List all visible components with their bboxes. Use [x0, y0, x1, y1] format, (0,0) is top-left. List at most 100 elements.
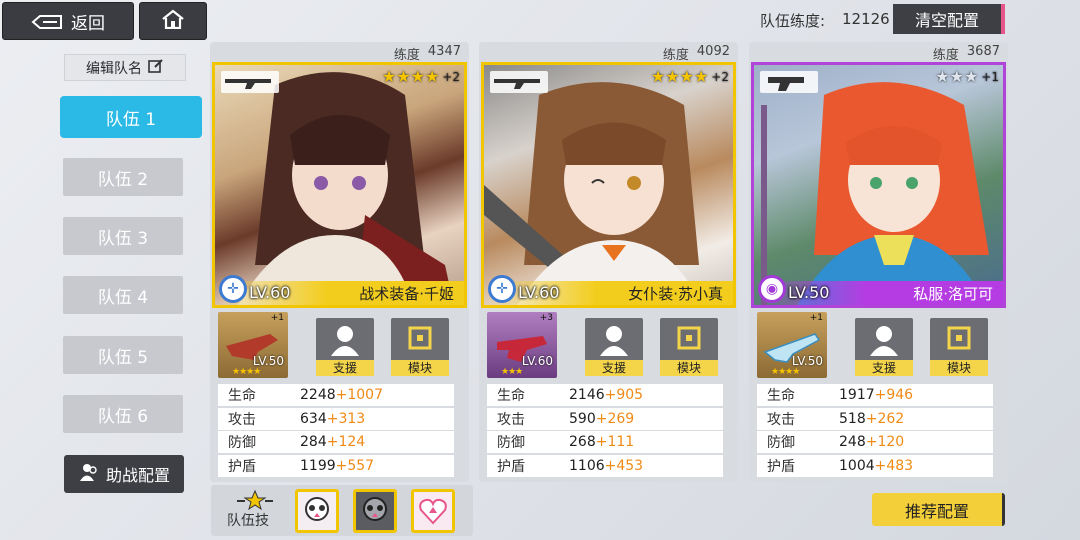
- module-icon: [947, 326, 971, 350]
- stat-key: 生命: [767, 388, 795, 404]
- character-card-1: 练度 4347 ★★★★ +2 战术装备·千姬 ✛ LV.60 +1 LV.50: [210, 42, 469, 482]
- character-level: LV.50: [788, 283, 830, 302]
- team-tab-6[interactable]: 队伍 6: [63, 395, 183, 433]
- support-config-button[interactable]: 助战配置: [64, 455, 184, 493]
- star-icons: ★★★★: [381, 67, 440, 86]
- back-button[interactable]: 返回: [2, 2, 134, 40]
- card-proficiency: 练度 4347: [394, 44, 461, 63]
- character-name: 私服·洛可可: [913, 284, 993, 303]
- character-card-3: 练度 3687 ★★★ +1 私服·洛可可 ◉ LV.50 +1 LV.50 ★…: [749, 42, 1008, 482]
- team-skill-label: 队伍技: [227, 513, 269, 529]
- module-label: 模块: [930, 360, 988, 376]
- star-plus: +2: [711, 69, 729, 84]
- team-skill-panel: 队伍技: [211, 485, 473, 536]
- proficiency-value: 4092: [696, 44, 730, 59]
- rename-team-button[interactable]: 编辑队名: [64, 54, 186, 81]
- team-tab-2[interactable]: 队伍 2: [63, 158, 183, 196]
- stat-row: 防御 284 +124: [218, 431, 454, 453]
- stats-table: 生命 2146 +905 攻击 590 +269 防御 268 +111 护盾 1106 +45…: [487, 384, 723, 478]
- module-slot[interactable]: 模块: [391, 318, 449, 376]
- stat-bonus: +557: [335, 457, 375, 474]
- support-slot[interactable]: 支援: [316, 318, 374, 376]
- character-level: LV.60: [518, 283, 560, 302]
- stat-bonus: +1007: [335, 387, 383, 403]
- skill-slot-1[interactable]: [295, 489, 339, 533]
- support-slot[interactable]: 支援: [585, 318, 643, 376]
- module-slot[interactable]: 模块: [930, 318, 988, 376]
- skill-slot-3[interactable]: [411, 489, 455, 533]
- stat-value: 2248: [300, 387, 336, 403]
- class-badge-icon: ✛: [488, 275, 516, 303]
- home-icon: [161, 9, 185, 34]
- character-art: [484, 82, 702, 305]
- team-level-value: 12126: [842, 10, 890, 28]
- stat-bonus: +120: [865, 434, 905, 450]
- stat-value: 268: [569, 434, 596, 450]
- stat-row: 护盾 1199 +557: [218, 454, 454, 477]
- support-label: 支援: [316, 360, 374, 376]
- stat-bonus: +453: [604, 457, 644, 474]
- weapon-slot[interactable]: +3 LV.60 ★★★: [487, 312, 557, 378]
- character-portrait[interactable]: ★★★ +1 私服·洛可可 ◉ LV.50: [751, 62, 1006, 308]
- stat-value: 248: [839, 434, 866, 450]
- card-stars: ★★★ +1: [935, 67, 999, 86]
- stat-row: 生命 2146 +905: [487, 384, 723, 406]
- skull-skill-icon: [363, 497, 387, 521]
- character-portrait[interactable]: ★★★★ +2 战术装备·千姬 ✛ LV.60: [212, 62, 467, 308]
- stat-key: 防御: [228, 435, 256, 451]
- stat-key: 生命: [228, 388, 256, 404]
- stat-key: 护盾: [228, 458, 256, 475]
- class-badge-icon: ◉: [758, 275, 786, 303]
- support-label: 支援: [855, 360, 913, 376]
- stat-value: 1106: [569, 457, 605, 474]
- stat-row: 攻击 590 +269: [487, 407, 723, 430]
- module-label: 模块: [660, 360, 718, 376]
- module-slot[interactable]: 模块: [660, 318, 718, 376]
- stat-bonus: +946: [874, 387, 914, 403]
- star-plus: +1: [981, 69, 999, 84]
- weapon-plus: +1: [809, 313, 823, 323]
- weapon-stars: ★★★★: [232, 367, 261, 377]
- weapon-plus: +1: [270, 313, 284, 323]
- stat-row: 生命 2248 +1007: [218, 384, 454, 406]
- stat-key: 防御: [497, 435, 525, 451]
- support-slot[interactable]: 支援: [855, 318, 913, 376]
- team-level-label: 队伍练度:: [760, 12, 826, 30]
- stat-row: 防御 268 +111: [487, 431, 723, 453]
- stat-key: 护盾: [767, 458, 795, 475]
- character-portrait[interactable]: ★★★★ +2 女仆装·苏小真 ✛ LV.60: [481, 62, 736, 308]
- stat-bonus: +111: [595, 434, 635, 450]
- stat-value: 2146: [569, 387, 605, 403]
- team-tab-5[interactable]: 队伍 5: [63, 336, 183, 374]
- stat-bonus: +313: [326, 410, 366, 427]
- character-name: 女仆装·苏小真: [628, 284, 723, 303]
- team-tab-3[interactable]: 队伍 3: [63, 217, 183, 255]
- team-tab-4[interactable]: 队伍 4: [63, 276, 183, 314]
- card-stars: ★★★★ +2: [651, 67, 729, 86]
- weapon-type-icon: [760, 71, 818, 93]
- weapon-level: LV.50: [252, 354, 284, 368]
- recommend-config-button[interactable]: 推荐配置: [872, 493, 1005, 526]
- support-person-icon: [870, 326, 898, 356]
- character-level: LV.60: [249, 283, 291, 302]
- weapon-slot[interactable]: +1 LV.50 ★★★★: [757, 312, 827, 378]
- weapon-slot[interactable]: +1 LV.50 ★★★★: [218, 312, 288, 378]
- stat-value: 1199: [300, 457, 336, 474]
- support-person-icon: [331, 326, 359, 356]
- proficiency-label: 练度: [662, 48, 689, 63]
- module-label: 模块: [391, 360, 449, 376]
- stat-key: 攻击: [497, 411, 525, 428]
- team-tab-1[interactable]: 队伍 1: [62, 98, 200, 136]
- stat-key: 攻击: [228, 411, 256, 428]
- character-name: 战术装备·千姬: [359, 284, 454, 303]
- character-art: [761, 82, 989, 305]
- skill-slot-2[interactable]: [353, 489, 397, 533]
- weapon-level: LV.50: [791, 354, 823, 368]
- heart-skill-icon: [419, 498, 447, 525]
- module-icon: [408, 326, 432, 350]
- stat-value: 590: [569, 410, 596, 427]
- clear-config-button[interactable]: 清空配置: [893, 4, 1005, 34]
- home-button[interactable]: [139, 2, 207, 40]
- stat-key: 生命: [497, 388, 525, 404]
- stat-bonus: +124: [326, 434, 366, 450]
